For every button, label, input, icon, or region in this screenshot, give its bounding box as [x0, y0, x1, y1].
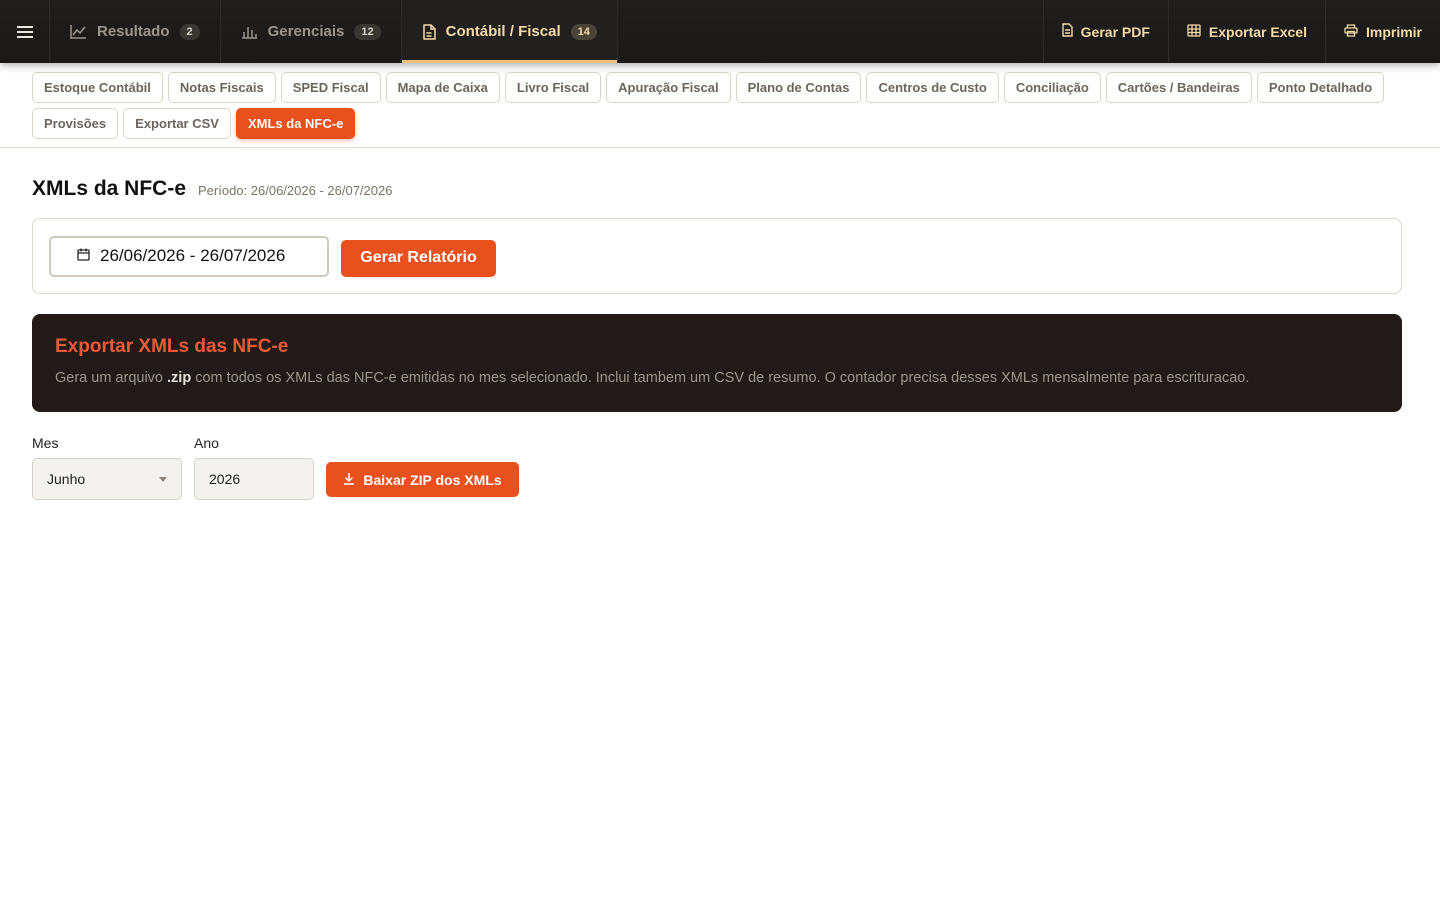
- month-select-value: Junho: [47, 471, 86, 487]
- export-form: Mes Junho Ano Baixar ZIP dos XMLs: [32, 435, 519, 500]
- page-heading: XMLs da NFC-e Período: 26/06/2026 - 26/0…: [32, 177, 392, 201]
- subtab-apuracao-fiscal[interactable]: Apuração Fiscal: [606, 72, 731, 103]
- subtab-plano-de-contas[interactable]: Plano de Contas: [735, 72, 862, 103]
- table-grid-icon: [1187, 23, 1201, 40]
- count-badge: 12: [354, 23, 381, 40]
- subtab-ponto-detalhado[interactable]: Ponto Detalhado: [1256, 72, 1385, 103]
- info-text-before: Gera um arquivo: [55, 370, 168, 386]
- tab-contabil-fiscal-label: Contábil / Fiscal: [445, 23, 561, 40]
- generate-pdf-label: Gerar PDF: [1080, 23, 1150, 40]
- subtab-estoque-contabil[interactable]: Estoque Contábil: [32, 72, 163, 103]
- year-label: Ano: [194, 435, 219, 451]
- download-zip-button[interactable]: Baixar ZIP dos XMLs: [326, 462, 519, 497]
- download-icon: [343, 472, 355, 488]
- date-range-picker[interactable]: 26/06/2026 - 26/07/2026: [49, 235, 329, 277]
- subtab-centros-de-custo[interactable]: Centros de Custo: [866, 72, 999, 103]
- print-label: Imprimir: [1365, 23, 1422, 40]
- calendar-icon: [77, 246, 90, 266]
- top-navigation-bar: Resultado 2 Gerenciais 12 Contábil / Fis…: [0, 0, 1440, 63]
- month-select[interactable]: Junho: [32, 458, 182, 500]
- info-text-after: com todos os XMLs das NFC-e emitidas no …: [191, 370, 1250, 386]
- tab-gerenciais-label: Gerenciais: [267, 23, 345, 40]
- subtab-mapa-de-caixa[interactable]: Mapa de Caixa: [385, 72, 500, 103]
- period-label: Período: 26/06/2026 - 26/07/2026: [198, 183, 393, 198]
- export-info-card: Exportar XMLs das NFC-e Gera um arquivo …: [32, 314, 1402, 412]
- subtab-notas-fiscais[interactable]: Notas Fiscais: [167, 72, 276, 103]
- line-chart-icon: [70, 24, 87, 39]
- export-excel-label: Exportar Excel: [1208, 23, 1307, 40]
- month-label: Mes: [32, 435, 59, 451]
- sub-tabs: Estoque Contábil Notas Fiscais SPED Fisc…: [32, 72, 1408, 139]
- tab-gerenciais[interactable]: Gerenciais 12: [221, 0, 402, 63]
- subtab-xmls-nfce[interactable]: XMLs da NFC-e: [235, 108, 356, 139]
- info-card-description: Gera um arquivo .zip com todos os XMLs d…: [55, 370, 1379, 386]
- filter-card: 26/06/2026 - 26/07/2026 Gerar Relatório: [32, 218, 1402, 294]
- download-zip-label: Baixar ZIP dos XMLs: [363, 471, 502, 488]
- printer-icon: [1344, 23, 1358, 40]
- subtab-livro-fiscal[interactable]: Livro Fiscal: [504, 72, 602, 103]
- year-field: Ano: [194, 435, 314, 500]
- subtab-provisoes[interactable]: Provisões: [32, 108, 119, 139]
- export-excel-button[interactable]: Exportar Excel: [1167, 0, 1325, 63]
- section-divider: [0, 147, 1440, 148]
- generate-pdf-button[interactable]: Gerar PDF: [1042, 0, 1168, 63]
- count-badge: 2: [179, 23, 200, 40]
- month-field: Mes Junho: [32, 435, 182, 500]
- page-title: XMLs da NFC-e: [32, 177, 187, 200]
- generate-report-button[interactable]: Gerar Relatório: [341, 239, 496, 277]
- tab-resultado-label: Resultado: [97, 23, 170, 40]
- info-text-bold: .zip: [167, 370, 192, 386]
- print-button[interactable]: Imprimir: [1324, 0, 1440, 63]
- info-card-title: Exportar XMLs das NFC-e: [55, 336, 289, 357]
- tab-contabil-fiscal[interactable]: Contábil / Fiscal 14: [401, 0, 618, 63]
- date-range-value: 26/06/2026 - 26/07/2026: [100, 246, 286, 265]
- count-badge: 14: [570, 23, 597, 40]
- year-input[interactable]: [194, 458, 314, 500]
- hamburger-menu-icon[interactable]: [0, 0, 50, 63]
- subtab-conciliacao[interactable]: Conciliação: [1003, 72, 1101, 103]
- subtab-exportar-csv[interactable]: Exportar CSV: [123, 108, 231, 139]
- subtab-cartoes-bandeiras[interactable]: Cartões / Bandeiras: [1105, 72, 1252, 103]
- document-icon: [422, 23, 436, 40]
- subtab-sped-fiscal[interactable]: SPED Fiscal: [280, 72, 381, 103]
- tab-resultado[interactable]: Resultado 2: [50, 0, 221, 63]
- file-pdf-icon: [1061, 23, 1073, 40]
- chevron-down-icon: [159, 476, 167, 482]
- bar-chart-icon: [241, 24, 258, 39]
